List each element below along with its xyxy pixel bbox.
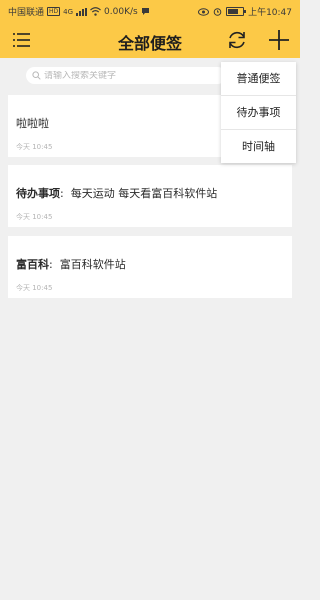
- page-title: 全部便签: [117, 34, 182, 53]
- hd-badge: HD: [47, 7, 61, 16]
- speed-label: 0.00K/s: [104, 6, 138, 17]
- wifi-icon: [90, 7, 101, 16]
- note-time: 今天 10:45: [16, 284, 53, 292]
- refresh-icon[interactable]: [226, 29, 248, 51]
- battery-icon: [226, 7, 247, 16]
- search-icon: [32, 71, 41, 80]
- clock-label: 上午10:47: [248, 8, 292, 18]
- alarm-icon: [213, 8, 222, 16]
- message-icon: [141, 8, 149, 15]
- note-text: 富百科软件站: [59, 258, 126, 271]
- top-bar: 中国联通 HD 4G 0.00K/s 上午10:47 全部便签: [0, 0, 300, 58]
- carrier-label: 中国联通: [8, 8, 45, 18]
- note-label: 待办事项: [16, 187, 60, 200]
- note-time: 今天 10:45: [16, 213, 53, 221]
- note-content: 待办事项: 每天运动 每天看富百科软件站: [16, 187, 218, 200]
- menu-item-normal-note[interactable]: 普通便签: [221, 62, 296, 96]
- menu-item-timeline[interactable]: 时间轴: [221, 130, 296, 163]
- signal-icon: [76, 7, 88, 16]
- note-label: 富百科: [16, 258, 49, 271]
- menu-item-todo[interactable]: 待办事项: [221, 96, 296, 130]
- note-content: 富百科: 富百科软件站: [16, 258, 126, 271]
- add-icon[interactable]: [268, 29, 290, 51]
- status-bar: 中国联通 HD 4G 0.00K/s 上午10:47: [0, 0, 300, 22]
- note-card[interactable]: 待办事项: 每天运动 每天看富百科软件站 今天 10:45: [8, 165, 292, 227]
- app-header: 全部便签: [0, 22, 300, 58]
- network-label: 4G: [63, 7, 74, 16]
- note-text: 每天运动 每天看富百科软件站: [70, 187, 218, 200]
- note-text: 啦啦啦: [16, 117, 49, 130]
- note-card[interactable]: 富百科: 富百科软件站 今天 10:45: [8, 236, 292, 298]
- note-time: 今天 10:45: [16, 143, 53, 151]
- eye-icon: [198, 7, 210, 16]
- new-note-dropdown: 普通便签 待办事项 时间轴: [221, 62, 296, 163]
- note-content: 啦啦啦: [16, 115, 49, 131]
- search-box[interactable]: [26, 67, 226, 84]
- search-input[interactable]: [44, 70, 214, 81]
